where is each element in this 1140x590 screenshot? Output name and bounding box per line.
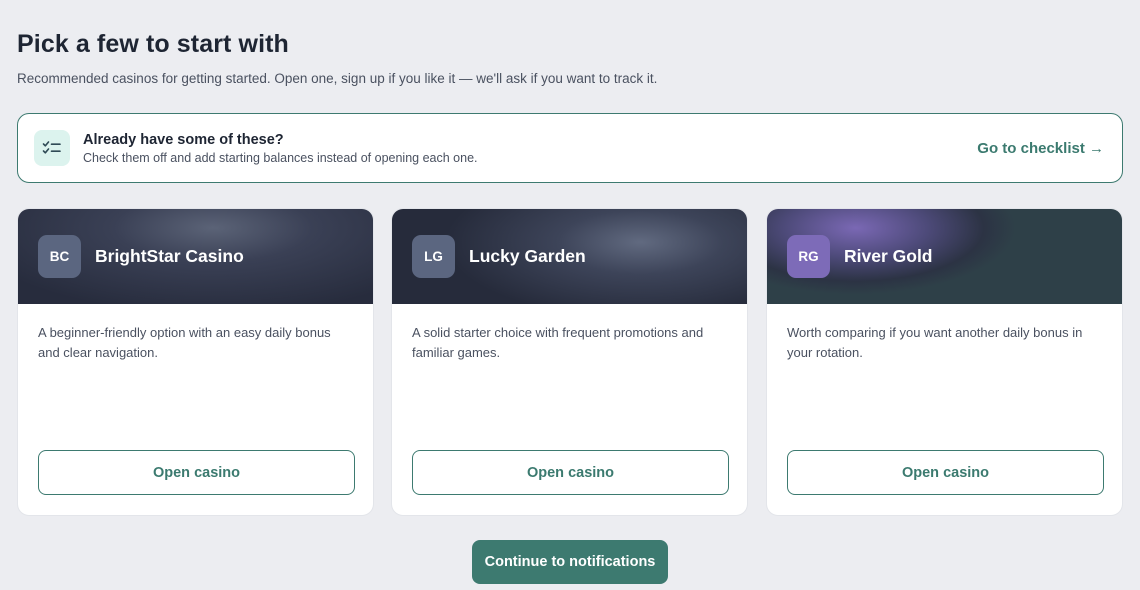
go-to-checklist-link[interactable]: Go to checklist →: [977, 140, 1104, 157]
open-casino-button[interactable]: Open casino: [787, 450, 1104, 495]
casino-avatar: BC: [38, 235, 81, 278]
banner-title: Already have some of these?: [83, 131, 284, 148]
banner-text: Already have some of these? Check them o…: [83, 132, 977, 165]
continue-to-notifications-button[interactable]: Continue to notifications: [472, 540, 668, 584]
page-subtitle: Recommended casinos for getting started.…: [17, 71, 658, 86]
open-casino-button[interactable]: Open casino: [412, 450, 729, 495]
casino-avatar: LG: [412, 235, 455, 278]
casino-name: Lucky Garden: [469, 246, 586, 266]
page-title: Pick a few to start with: [17, 30, 289, 58]
casino-description: A beginner-friendly option with an easy …: [38, 325, 331, 360]
card-header: LG Lucky Garden: [392, 209, 747, 304]
casino-description: Worth comparing if you want another dail…: [787, 325, 1083, 360]
casino-description: A solid starter choice with frequent pro…: [412, 325, 704, 360]
open-casino-button[interactable]: Open casino: [38, 450, 355, 495]
casino-card-list: BC BrightStar Casino A beginner-friendly…: [17, 208, 1123, 516]
casino-avatar: RG: [787, 235, 830, 278]
page: Pick a few to start with Recommended cas…: [0, 0, 1140, 590]
casino-card-brightstar: BC BrightStar Casino A beginner-friendly…: [17, 208, 374, 516]
banner-description: Check them off and add starting balances…: [83, 150, 478, 165]
casino-name: BrightStar Casino: [95, 246, 244, 266]
casino-name: River Gold: [844, 246, 933, 266]
casino-card-lucky-garden: LG Lucky Garden A solid starter choice w…: [391, 208, 748, 516]
checklist-banner: Already have some of these? Check them o…: [17, 113, 1123, 183]
card-header: RG River Gold: [767, 209, 1122, 304]
card-header: BC BrightStar Casino: [18, 209, 373, 304]
casino-card-river-gold: RG River Gold Worth comparing if you wan…: [766, 208, 1123, 516]
checklist-icon: [34, 130, 70, 166]
